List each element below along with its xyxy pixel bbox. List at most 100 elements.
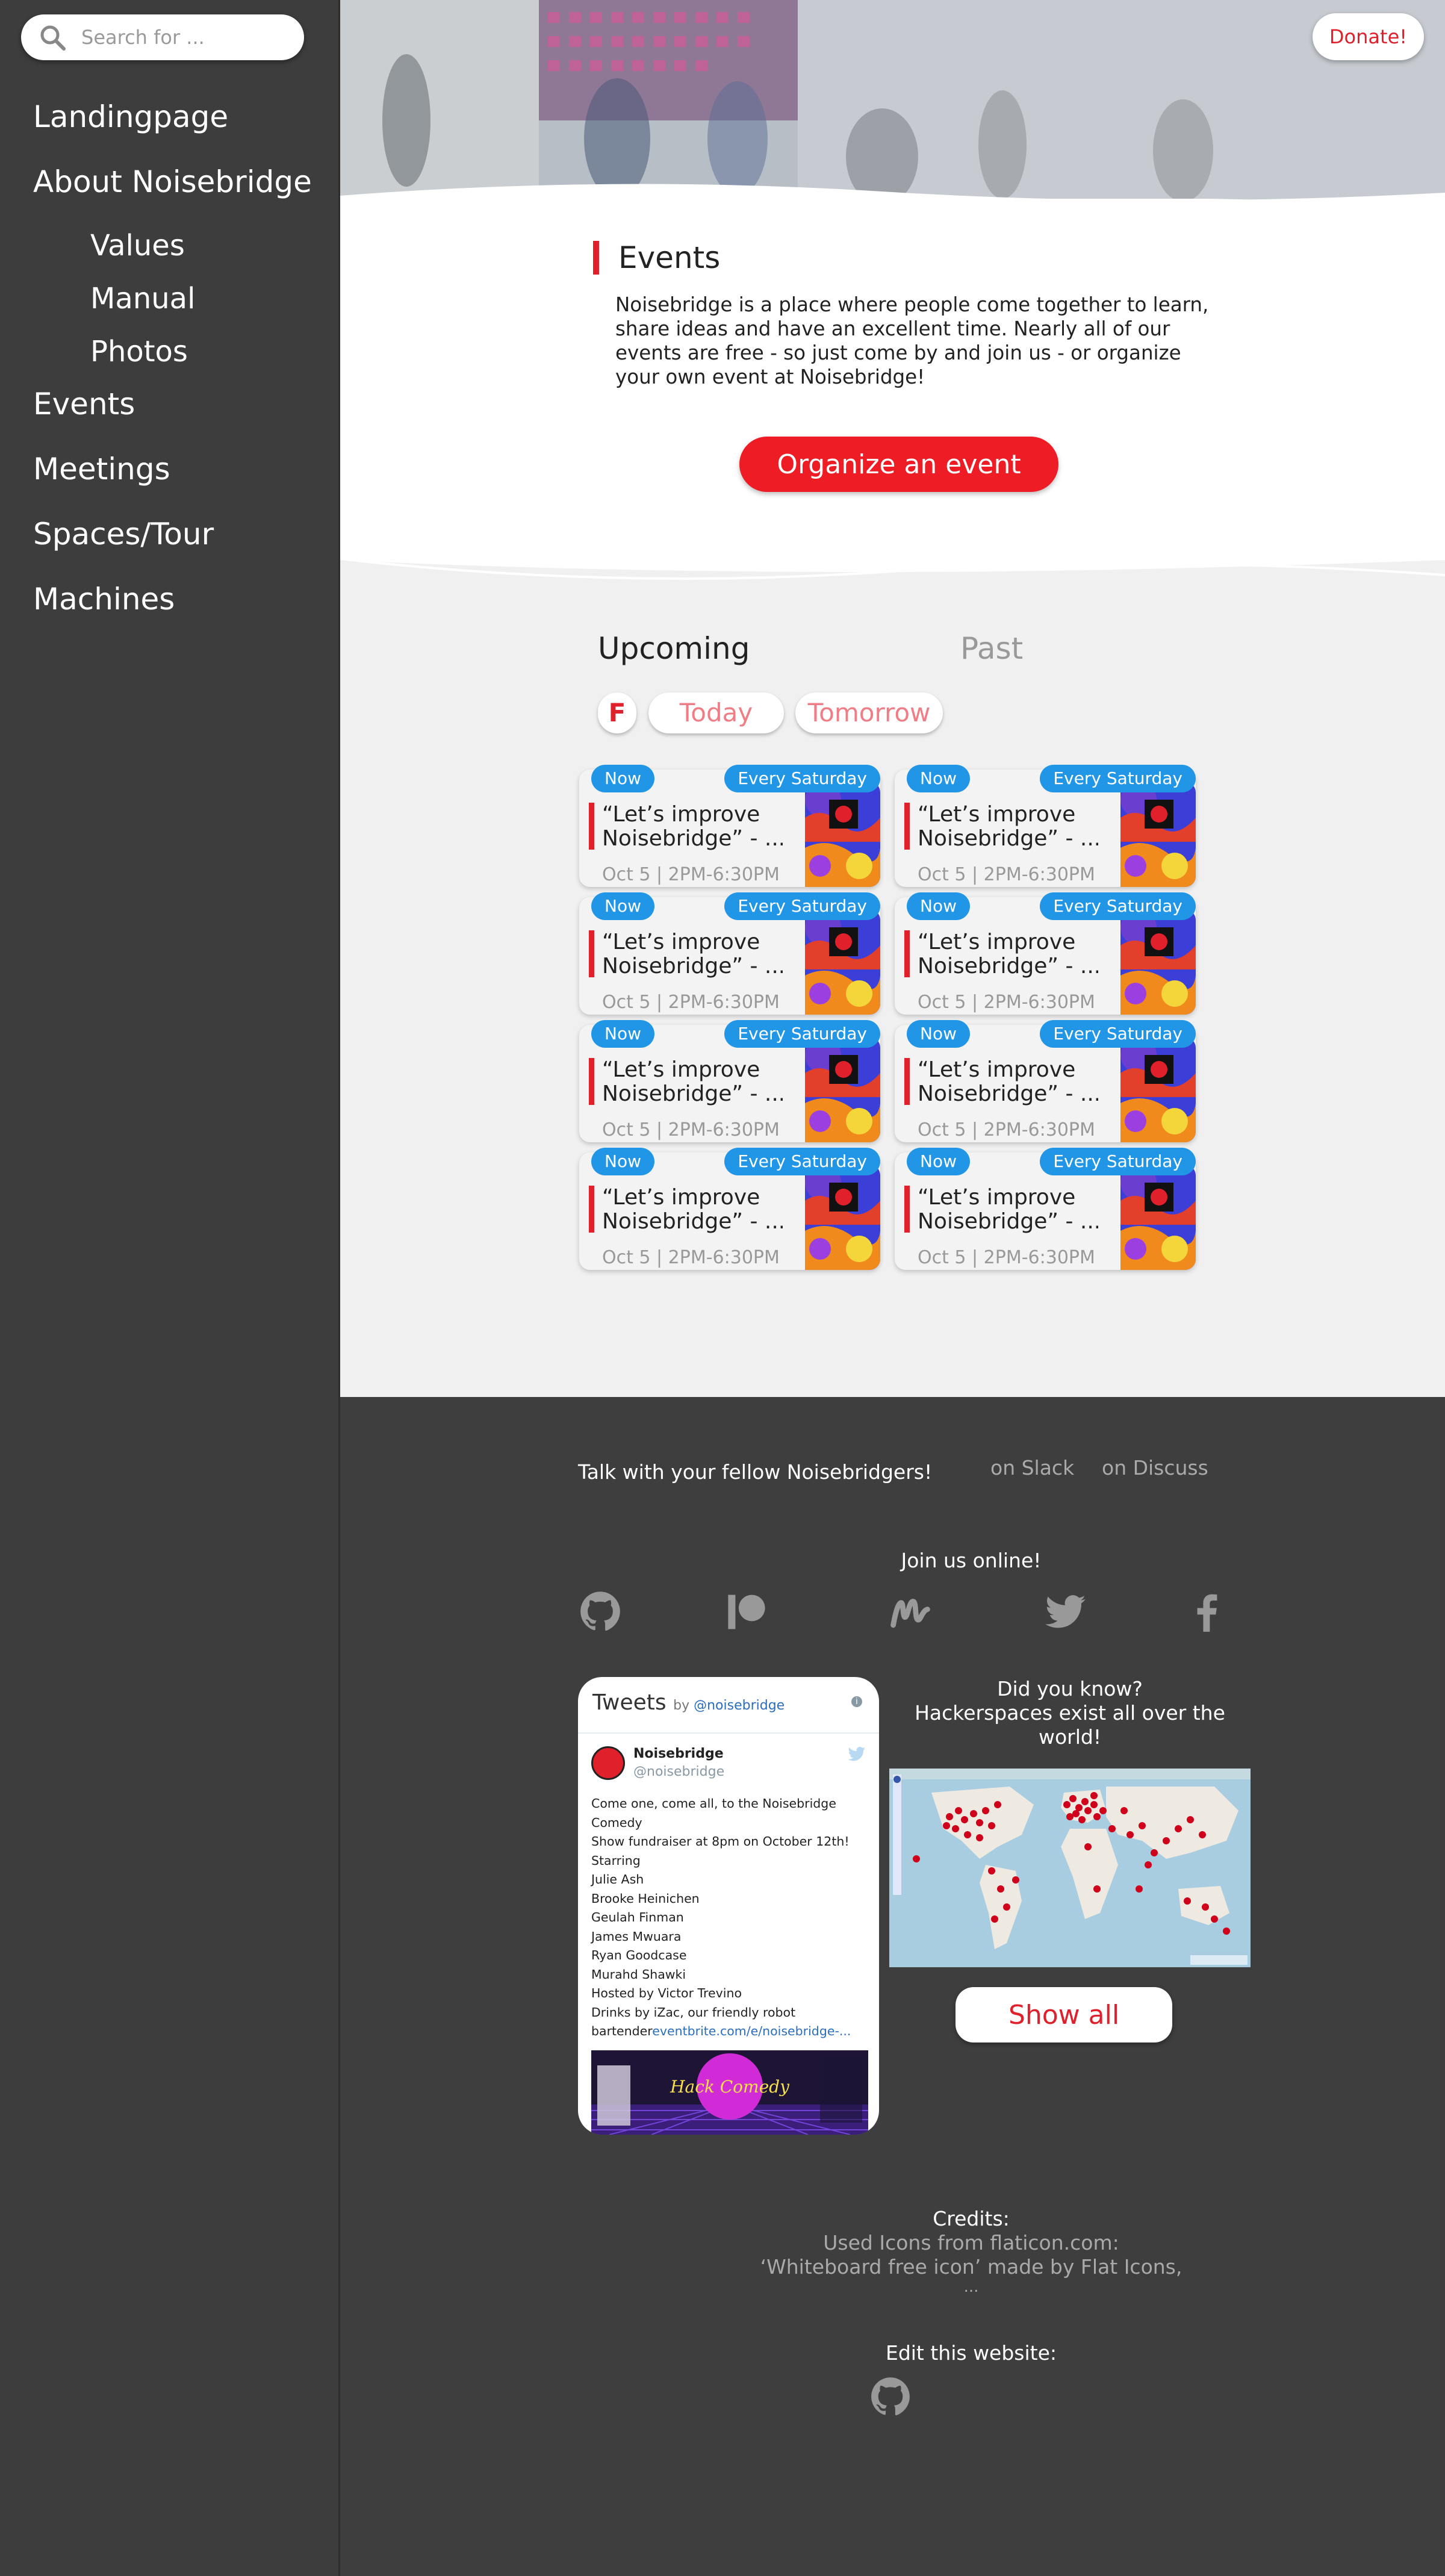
nav-about[interactable]: About Noisebridge [33, 164, 312, 199]
slack-link[interactable]: on Slack [990, 1456, 1074, 1479]
edit-website-text: Edit this website: [885, 2341, 1057, 2365]
search-box[interactable] [21, 14, 304, 60]
donate-button[interactable]: Donate! [1313, 13, 1424, 60]
tweet-author-handle[interactable]: @noisebridge [633, 1764, 724, 1779]
svg-text:Hack Comedy: Hack Comedy [670, 2077, 790, 2097]
event-card[interactable]: “Let’s improve Noisebridge” - ... Oct 5 | … [579, 1020, 880, 1142]
tab-past[interactable]: Past [960, 631, 1023, 666]
tweet-image[interactable]: Hack Comedy [591, 2050, 868, 2135]
event-accent-bar [589, 1186, 594, 1233]
filter-tomorrow-button[interactable]: Tomorrow [795, 692, 943, 733]
filter-f-button[interactable]: F [598, 692, 636, 733]
now-badge: Now [591, 1148, 654, 1175]
tweet-author-name[interactable]: Noisebridge [633, 1746, 724, 1761]
events-intro: Events Noisebridge is a place where peop… [340, 181, 1445, 578]
nav-meetings[interactable]: Meetings [33, 452, 170, 487]
event-title: “Let’s improve Noisebridge” - ... [918, 930, 1098, 978]
now-badge: Now [591, 892, 654, 920]
credits-line-2: ‘Whiteboard free icon’ made by Flat Icon… [760, 2255, 1182, 2279]
event-accent-bar [589, 930, 594, 977]
nav-landingpage[interactable]: Landingpage [33, 99, 228, 134]
show-all-button[interactable]: Show all [956, 1987, 1172, 2042]
search-icon [40, 25, 66, 51]
facebook-icon[interactable] [1186, 1591, 1228, 1633]
now-badge: Now [591, 765, 654, 792]
now-badge: Now [591, 1020, 654, 1048]
now-badge: Now [907, 892, 970, 920]
nav-spaces[interactable]: Spaces/Tour [33, 517, 214, 552]
github-icon[interactable] [870, 2375, 911, 2416]
organize-event-button[interactable]: Organize an event [739, 437, 1058, 492]
event-time: Oct 5 | 2PM-6:30PM [918, 992, 1095, 1013]
event-time: Oct 5 | 2PM-6:30PM [602, 864, 780, 885]
filter-today-button[interactable]: Today [648, 692, 784, 733]
nav-machines[interactable]: Machines [33, 582, 175, 617]
credits-line-1: Used Icons from flaticon.com: [823, 2231, 1119, 2254]
event-card[interactable]: “Let’s improve Noisebridge” - ... Oct 5 | … [579, 765, 880, 887]
event-card[interactable]: “Let’s improve Noisebridge” - ... Oct 5 | … [895, 1148, 1196, 1270]
nav-manual[interactable]: Manual [90, 282, 195, 316]
nav-events[interactable]: Events [33, 387, 135, 422]
recurring-badge: Every Saturday [1040, 765, 1196, 792]
tweets-header: Tweets by @noisebridge [592, 1690, 785, 1715]
event-card[interactable]: “Let’s improve Noisebridge” - ... Oct 5 | … [579, 892, 880, 1015]
event-time: Oct 5 | 2PM-6:30PM [918, 1119, 1095, 1140]
now-badge: Now [907, 1020, 970, 1048]
event-thumbnail [805, 909, 880, 1015]
join-text: Join us online! [901, 1549, 1042, 1572]
event-title: “Let’s improve Noisebridge” - ... [602, 1058, 783, 1106]
event-accent-bar [904, 1058, 910, 1105]
now-badge: Now [907, 1148, 970, 1175]
twitter-timeline-widget[interactable]: Tweets by @noisebridge i Noisebridge @no… [578, 1677, 879, 2135]
event-thumbnail [1120, 782, 1196, 887]
twitter-icon[interactable] [1045, 1591, 1087, 1633]
tweets-handle-link[interactable]: @noisebridge [694, 1698, 785, 1713]
event-accent-bar [589, 1058, 594, 1105]
event-card[interactable]: “Let’s improve Noisebridge” - ... Oct 5 | … [895, 892, 1196, 1015]
hero-image: Donate! [340, 0, 1445, 205]
tweet-body: Come one, come all, to the Noisebridge C… [591, 1796, 851, 2038]
did-you-know: Did you know? Hackerspaces exist all ove… [915, 1677, 1225, 1749]
events-description: Noisebridge is a place where people come… [615, 293, 1209, 388]
talk-text: Talk with your fellow Noisebridgers! [578, 1460, 933, 1484]
github-icon[interactable] [579, 1590, 621, 1632]
hackerspaces-world-map[interactable] [889, 1769, 1251, 1967]
event-time: Oct 5 | 2PM-6:30PM [602, 992, 780, 1013]
tweet-link[interactable]: eventbrite.com/e/noisebridge-... [652, 2024, 851, 2038]
twitter-icon [848, 1747, 866, 1761]
nav-values[interactable]: Values [90, 229, 185, 263]
search-input[interactable] [81, 14, 286, 60]
event-title: “Let’s improve Noisebridge” - ... [918, 1058, 1098, 1106]
patreon-icon[interactable] [726, 1591, 768, 1633]
avatar[interactable] [591, 1746, 625, 1780]
event-time: Oct 5 | 2PM-6:30PM [602, 1119, 780, 1140]
event-time: Oct 5 | 2PM-6:30PM [918, 864, 1095, 885]
event-thumbnail [805, 782, 880, 887]
event-thumbnail [805, 1037, 880, 1142]
credits-line-3: ... [963, 2278, 979, 2296]
event-card[interactable]: “Let’s improve Noisebridge” - ... Oct 5 | … [895, 1020, 1196, 1142]
info-icon[interactable]: i [851, 1696, 862, 1707]
discuss-link[interactable]: on Discuss [1102, 1456, 1208, 1479]
now-badge: Now [907, 765, 970, 792]
recurring-badge: Every Saturday [724, 1020, 880, 1048]
meetup-icon[interactable] [889, 1591, 931, 1633]
event-thumbnail [1120, 909, 1196, 1015]
event-accent-bar [904, 803, 910, 850]
event-card[interactable]: “Let’s improve Noisebridge” - ... Oct 5 | … [895, 765, 1196, 887]
event-time: Oct 5 | 2PM-6:30PM [602, 1247, 780, 1268]
event-title: “Let’s improve Noisebridge” - ... [918, 1186, 1098, 1234]
tab-upcoming[interactable]: Upcoming [598, 631, 750, 666]
event-accent-bar [589, 803, 594, 850]
event-card[interactable]: “Let’s improve Noisebridge” - ... Oct 5 | … [579, 1148, 880, 1270]
recurring-badge: Every Saturday [1040, 1020, 1196, 1048]
recurring-badge: Every Saturday [724, 765, 880, 792]
event-title: “Let’s improve Noisebridge” - ... [602, 1186, 783, 1234]
event-title: “Let’s improve Noisebridge” - ... [602, 803, 783, 851]
recurring-badge: Every Saturday [1040, 1148, 1196, 1175]
event-thumbnail [1120, 1165, 1196, 1270]
nav-photos[interactable]: Photos [90, 335, 188, 369]
recurring-badge: Every Saturday [724, 892, 880, 920]
main-content: Donate! Events Noisebridge is a place wh… [340, 0, 1445, 1397]
credits-title: Credits: [933, 2207, 1010, 2230]
